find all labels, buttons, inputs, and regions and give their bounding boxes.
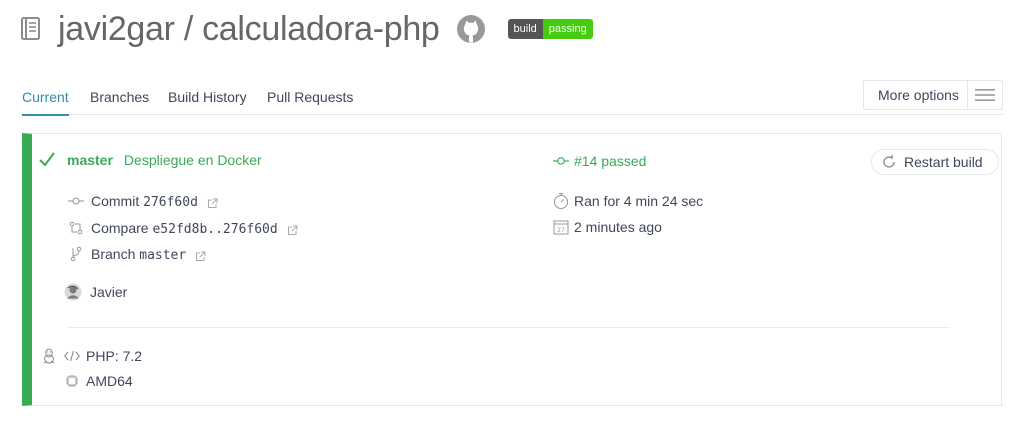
tab-branches[interactable]: Branches [90, 89, 149, 105]
commit-label: Commit [91, 192, 140, 209]
external-link-icon[interactable] [207, 196, 218, 208]
branch-label: Branch [91, 245, 136, 262]
linux-icon [40, 347, 58, 365]
stopwatch-icon [552, 192, 570, 210]
commit-link[interactable]: Commit 276f60d [91, 193, 198, 210]
tab-current[interactable]: Current [22, 89, 69, 116]
arch-text: AMD64 [86, 373, 133, 389]
build-number-row: #14 passed [552, 152, 646, 170]
more-options-label: More options [878, 87, 959, 103]
code-icon [63, 347, 81, 365]
commit-icon [552, 152, 570, 170]
restart-icon [881, 154, 897, 170]
restart-build-button[interactable]: Restart build [871, 149, 999, 175]
tab-build-history[interactable]: Build History [168, 89, 247, 105]
avatar [64, 283, 82, 301]
duration-text: Ran for 4 min 24 sec [574, 193, 704, 209]
branch-icon [67, 245, 85, 263]
more-options-button[interactable]: More options [863, 80, 1003, 110]
external-link-icon[interactable] [195, 249, 206, 261]
build-card: master Despliegue en Docker #14 passed R… [22, 133, 1002, 406]
badge-label: build [507, 19, 543, 39]
repo-header: javi2gar / calculadora-php build passing [20, 8, 593, 50]
build-number-link[interactable]: #14 passed [574, 153, 646, 169]
author-row: Javier [64, 283, 127, 301]
language-text: PHP: 7.2 [86, 348, 143, 364]
divider [67, 327, 950, 328]
compare-link[interactable]: Compare e52fd8b..276f60d [91, 220, 278, 237]
branch-name-link[interactable]: master [67, 152, 113, 168]
finished-text: 2 minutes ago [574, 219, 662, 235]
compare-icon [67, 219, 85, 237]
commit-message: Despliegue en Docker [123, 152, 262, 168]
restart-build-label: Restart build [904, 154, 983, 170]
github-icon[interactable] [456, 14, 486, 44]
check-icon [38, 150, 56, 168]
commit-icon [67, 192, 85, 210]
arch-row: AMD64 [63, 372, 133, 390]
branch-link[interactable]: Branch master [91, 246, 186, 263]
cpu-icon [63, 372, 81, 390]
build-title-row: master Despliegue en Docker [67, 152, 262, 168]
language-row: PHP: 7.2 [40, 347, 142, 365]
repo-icon [20, 14, 46, 44]
external-link-icon[interactable] [287, 223, 298, 235]
duration-row: Ran for 4 min 24 sec [552, 192, 703, 210]
commit-sha: 276f60d [143, 194, 198, 210]
branch-value: master [139, 247, 187, 263]
repo-title[interactable]: javi2gar / calculadora-php [58, 10, 440, 49]
compare-label: Compare [91, 219, 149, 236]
branch-row: Branch master [67, 245, 206, 263]
badge-status: passing [542, 19, 593, 39]
tab-pull-requests[interactable]: Pull Requests [267, 89, 353, 105]
calendar-icon: 27 [552, 218, 570, 236]
author-name: Javier [90, 284, 128, 300]
finished-row: 27 2 minutes ago [552, 218, 662, 236]
compare-range: e52fd8b..276f60d [152, 221, 278, 237]
commit-row: Commit 276f60d [67, 192, 218, 210]
build-status-badge[interactable]: build passing [507, 19, 593, 39]
hamburger-icon[interactable] [966, 81, 1002, 109]
tab-bar: Current Branches Build History Pull Requ… [22, 80, 1003, 116]
svg-text:27: 27 [557, 227, 565, 234]
compare-row: Compare e52fd8b..276f60d [67, 219, 298, 237]
